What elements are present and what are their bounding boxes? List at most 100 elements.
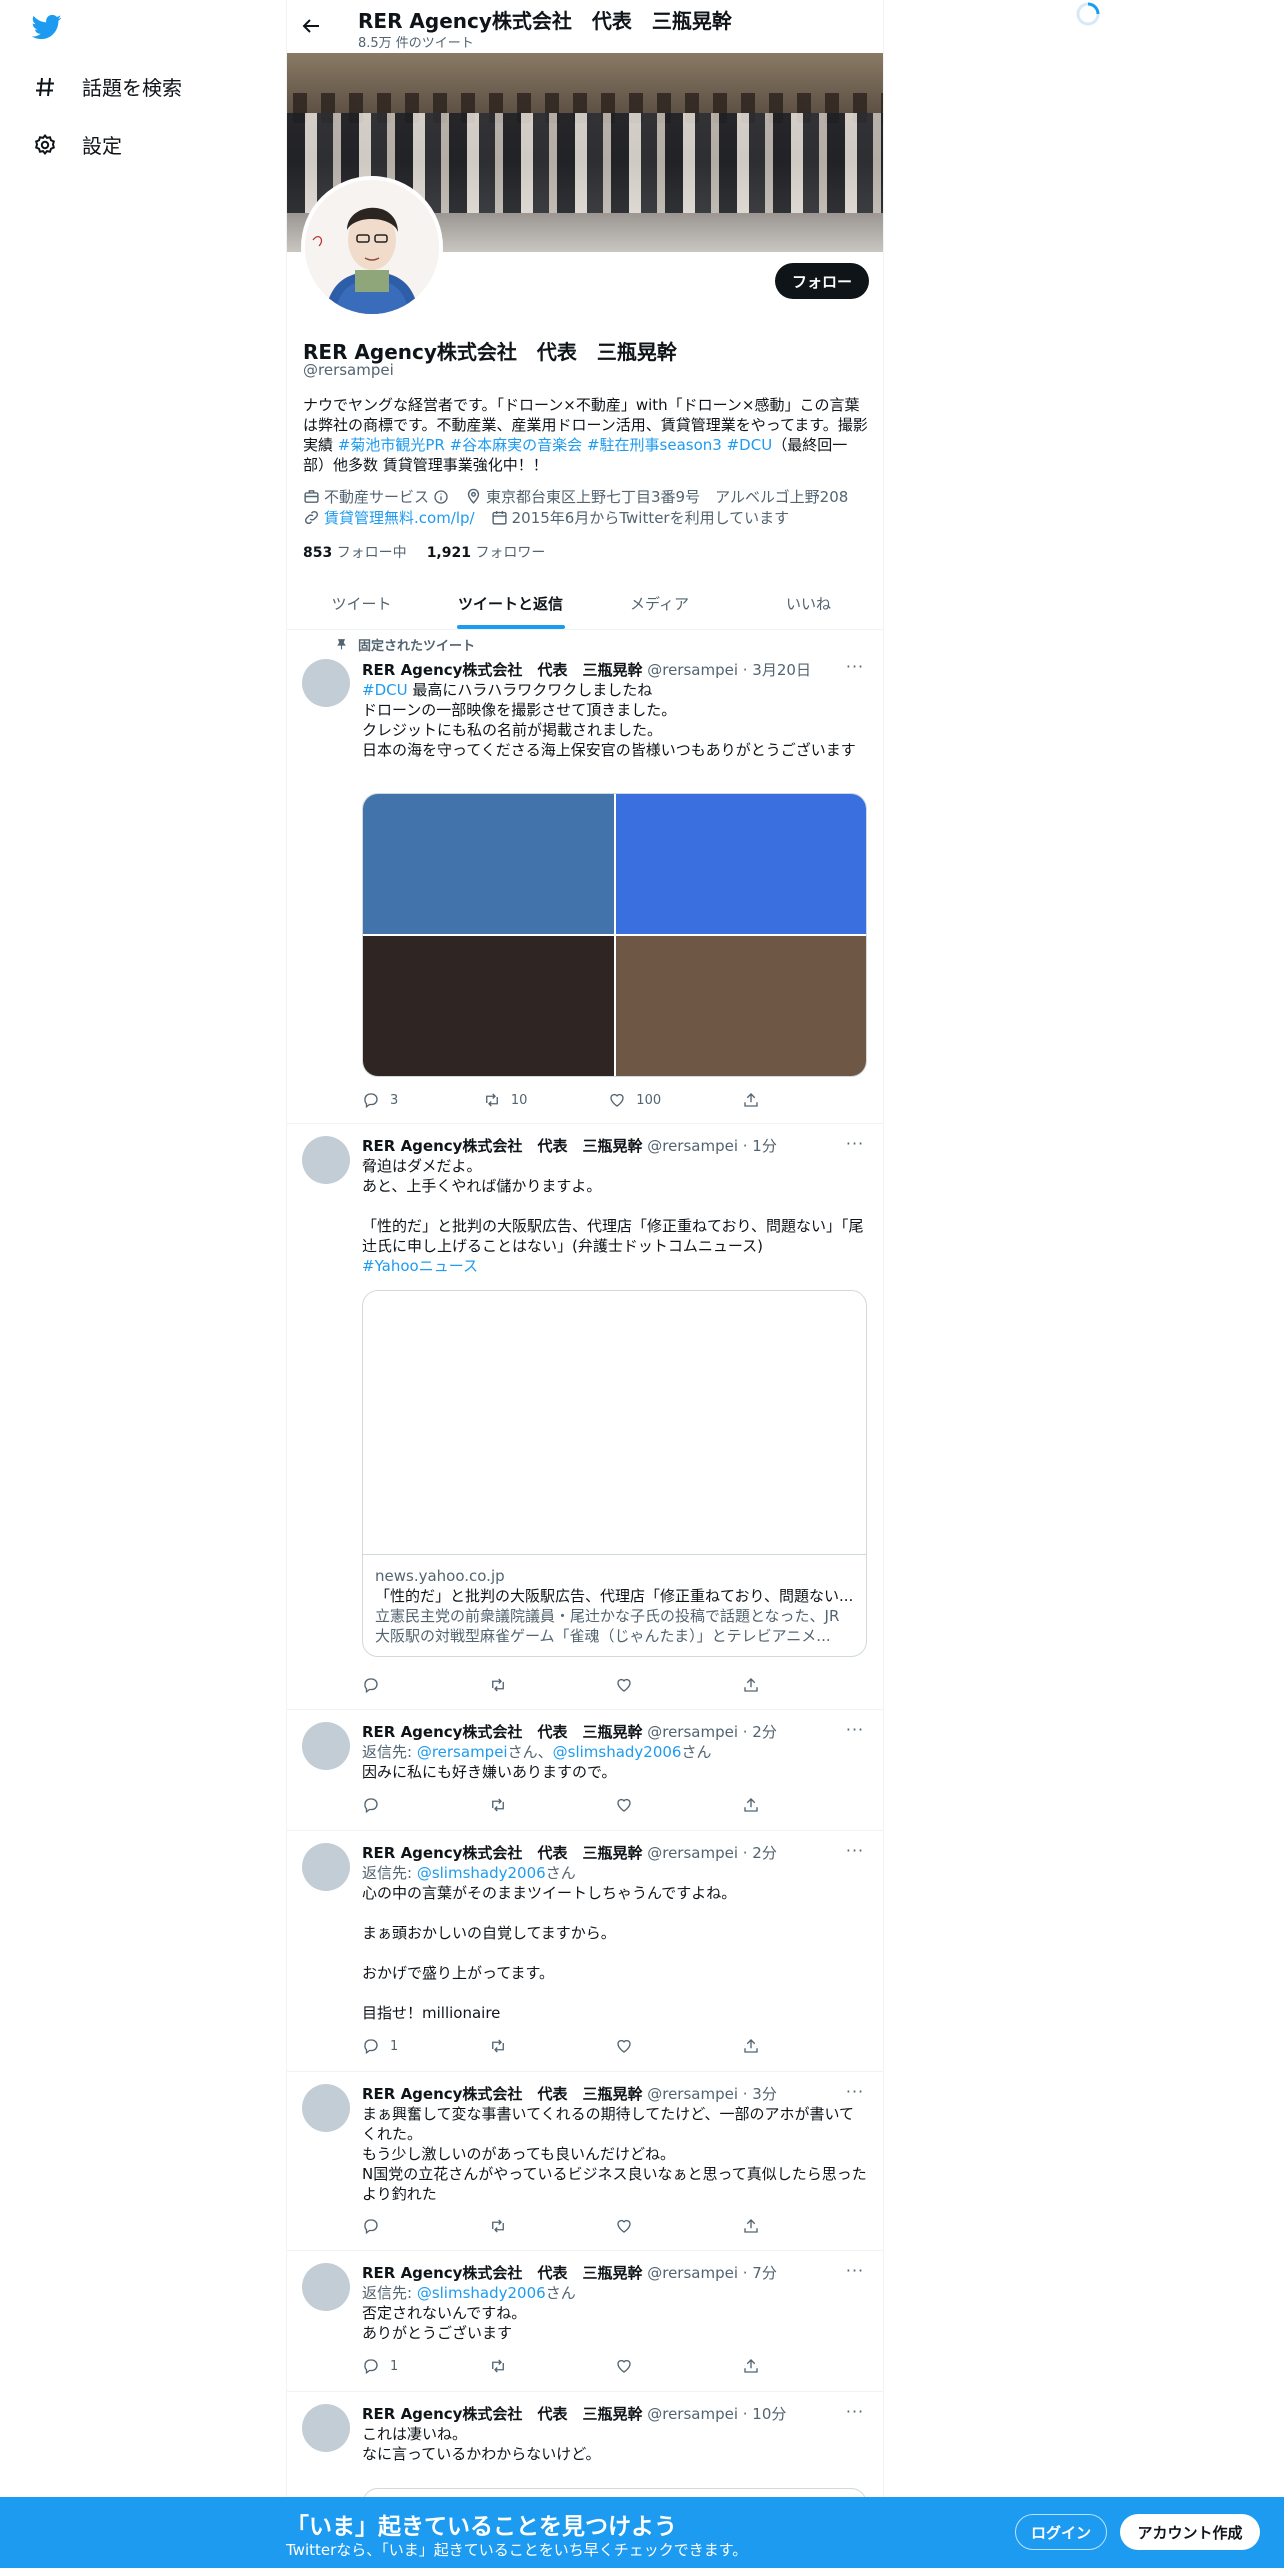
tweet-author-name[interactable]: RER Agency株式会社 代表 三瓶晃幹 xyxy=(362,2405,642,2423)
tweet-meta: @rersampei · 3分 xyxy=(647,2085,777,2103)
follow-button[interactable]: フォロー xyxy=(775,263,869,299)
tweet-meta: @rersampei · 3月20日 xyxy=(647,661,811,679)
avatar[interactable] xyxy=(302,2263,350,2311)
tweet-image[interactable] xyxy=(363,936,614,1076)
tweet-actions xyxy=(362,1676,782,1694)
avatar[interactable] xyxy=(302,2084,350,2132)
pinned-tweet-label: 固定されたツイート xyxy=(335,635,475,654)
heart-icon xyxy=(617,2219,631,2233)
tweet-text: まぁ興奮して変な事書いてくれるの期待してたけど、一部のアホが書いてくれた。 もう… xyxy=(362,2105,867,2203)
like-button[interactable] xyxy=(615,2357,655,2375)
mention-link[interactable]: @slimshady2006 xyxy=(417,1864,546,1882)
nav-settings[interactable]: 設定 xyxy=(32,130,122,159)
retweet-button[interactable] xyxy=(489,2357,529,2375)
reply-button[interactable] xyxy=(362,1796,402,1814)
followers-link[interactable]: 1,921 フォロワー xyxy=(427,542,546,562)
nav-explore[interactable]: 話題を検索 xyxy=(32,72,182,101)
reply-to: 返信先: @slimshady2006さん xyxy=(362,2284,576,2302)
mention-link[interactable]: @slimshady2006 xyxy=(553,1743,682,1761)
profile-category: 不動産サービス xyxy=(324,488,430,506)
signup-button[interactable]: アカウント作成 xyxy=(1120,2514,1260,2550)
tweet-actions xyxy=(362,1796,782,1814)
link-card-domain: news.yahoo.co.jp xyxy=(375,1567,505,1585)
profile-joined: 2015年6月からTwitterを利用しています xyxy=(511,509,790,527)
back-arrow-icon[interactable] xyxy=(299,14,323,38)
reply-button[interactable]: 1 xyxy=(362,2357,402,2375)
share-button[interactable] xyxy=(742,2217,782,2235)
share-button[interactable] xyxy=(742,1676,782,1694)
link-card[interactable]: news.yahoo.co.jp 「性的だ」と批判の大阪駅広告、代理店「修正重ね… xyxy=(362,1290,867,1657)
profile-avatar[interactable] xyxy=(301,176,443,318)
tab-media[interactable]: メディア xyxy=(585,577,734,629)
mention-link[interactable]: @slimshady2006 xyxy=(417,2284,546,2302)
tweet-author-name[interactable]: RER Agency株式会社 代表 三瓶晃幹 xyxy=(362,661,642,679)
profile-website-link[interactable]: 賃貸管理無料.com/lp/ xyxy=(324,507,475,528)
tweet-author-name[interactable]: RER Agency株式会社 代表 三瓶晃幹 xyxy=(362,1137,642,1155)
avatar[interactable] xyxy=(302,1136,350,1184)
following-link[interactable]: 853 フォロー中 xyxy=(303,542,407,562)
retweet-button[interactable]: 10 xyxy=(483,1091,527,1109)
reply-button[interactable]: 1 xyxy=(362,2037,402,2055)
hashtag-link[interactable]: #菊池市観光PR xyxy=(338,436,445,454)
tweet-author-name[interactable]: RER Agency株式会社 代表 三瓶晃幹 xyxy=(362,2085,642,2103)
retweet-button[interactable] xyxy=(489,2217,529,2235)
share-icon xyxy=(744,1093,758,1107)
hashtag-link[interactable]: #DCU xyxy=(362,681,408,699)
reply-button[interactable]: 3 xyxy=(362,1091,402,1109)
share-button[interactable] xyxy=(742,2037,782,2055)
follow-stats: 853 フォロー中 1,921 フォロワー xyxy=(303,542,545,562)
login-button[interactable]: ログイン xyxy=(1015,2514,1107,2550)
hashtag-link[interactable]: #Yahooニュース xyxy=(362,1257,478,1275)
tweet-image[interactable] xyxy=(363,794,614,934)
avatar[interactable] xyxy=(302,2404,350,2452)
like-button[interactable] xyxy=(615,1676,655,1694)
share-button[interactable] xyxy=(742,1091,782,1109)
tweet-image[interactable] xyxy=(615,936,866,1076)
twitter-logo-icon[interactable] xyxy=(31,12,62,46)
hashtag-link[interactable]: #谷本麻実の音楽会 xyxy=(450,436,583,454)
share-icon xyxy=(744,2359,758,2373)
like-button[interactable] xyxy=(615,2217,655,2235)
retweet-button[interactable] xyxy=(489,1796,529,1814)
tweet[interactable]: ··· RER Agency株式会社 代表 三瓶晃幹 @rersampei · … xyxy=(287,2072,883,2251)
like-button[interactable] xyxy=(615,2037,655,2055)
share-button[interactable] xyxy=(742,1796,782,1814)
profile-meta-row: 不動産サービス 東京都台東区上野七丁目3番9号 アルベルゴ上野208 xyxy=(303,486,858,507)
tweet-author-name[interactable]: RER Agency株式会社 代表 三瓶晃幹 xyxy=(362,1723,642,1741)
tab-tweets-and-replies[interactable]: ツイートと返信 xyxy=(436,577,585,629)
tweet[interactable]: ··· RER Agency株式会社 代表 三瓶晃幹 @rersampei · … xyxy=(287,1710,883,1831)
retweet-button[interactable] xyxy=(489,2037,529,2055)
tweet-author-name[interactable]: RER Agency株式会社 代表 三瓶晃幹 xyxy=(362,2264,642,2282)
mention-link[interactable]: @rersampei xyxy=(417,1743,508,1761)
tab-likes[interactable]: いいね xyxy=(734,577,883,629)
heart-icon xyxy=(617,2359,631,2373)
like-button[interactable]: 100 xyxy=(608,1091,661,1109)
profile-header-bar: RER Agency株式会社 代表 三瓶晃幹 8.5万 件のツイート xyxy=(287,0,883,53)
hashtag-link[interactable]: #駐在刑事season3 xyxy=(587,436,722,454)
reply-button[interactable] xyxy=(362,2217,402,2235)
hashtag-link[interactable]: #DCU xyxy=(727,436,773,454)
like-button[interactable] xyxy=(615,1796,655,1814)
signup-banner-subtitle: Twitterなら、「いま」起きていることをいち早くチェックできます。 xyxy=(286,2541,748,2559)
reply-icon xyxy=(364,2219,378,2235)
tweet-author-name[interactable]: RER Agency株式会社 代表 三瓶晃幹 xyxy=(362,1844,642,1862)
avatar[interactable] xyxy=(302,1722,350,1770)
profile-bio: ナウでヤングな経営者です。「ドローン×不動産」with「ドローン×感動」この言葉… xyxy=(303,396,868,474)
avatar[interactable] xyxy=(302,659,350,707)
tweet[interactable]: ··· RER Agency株式会社 代表 三瓶晃幹 @rersampei · … xyxy=(287,2251,883,2392)
retweet-icon xyxy=(491,2359,504,2373)
reply-icon xyxy=(364,2359,378,2375)
retweet-button[interactable] xyxy=(489,1676,529,1694)
tab-tweets[interactable]: ツイート xyxy=(287,577,436,629)
reply-button[interactable] xyxy=(362,1676,402,1694)
tweet-text: これは凄いね。 なに言っているかわからないけど。 xyxy=(362,2425,601,2463)
tweet-meta: @rersampei · 2分 xyxy=(647,1723,777,1741)
link-card-description: 立憲民主党の前衆議院議員・尾辻かな子氏の投稿で話題となった、JR 大阪駅の対戦型… xyxy=(375,1607,840,1645)
briefcase-icon xyxy=(304,490,319,503)
tweet-actions xyxy=(362,2217,782,2235)
avatar[interactable] xyxy=(302,1843,350,1891)
nav-explore-label: 話題を検索 xyxy=(82,76,182,100)
share-button[interactable] xyxy=(742,2357,782,2375)
tweet[interactable]: ··· RER Agency株式会社 代表 三瓶晃幹 @rersampei · … xyxy=(287,1831,883,2072)
tweet-image[interactable] xyxy=(615,794,866,934)
